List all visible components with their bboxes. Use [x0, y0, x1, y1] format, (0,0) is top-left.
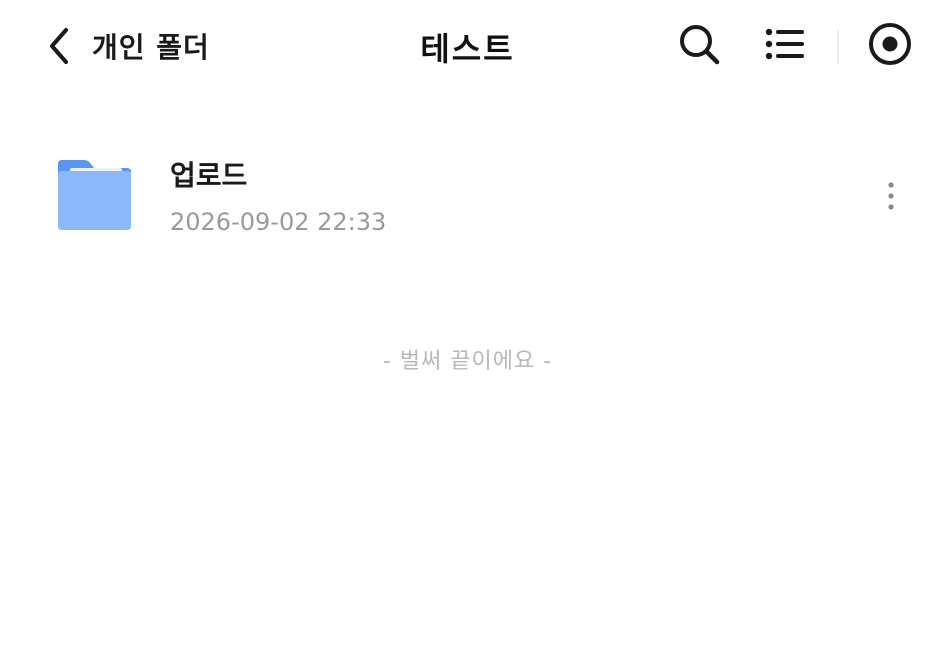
list-end-message: - 벌써 끝이에요 -: [382, 349, 553, 374]
header-divider: [837, 30, 839, 64]
top-app-bar: 개인 폴더 테스트: [0, 0, 935, 95]
more-circle-icon: [867, 21, 913, 71]
search-icon: [677, 22, 721, 70]
list-view-button[interactable]: [760, 22, 808, 70]
back-button[interactable]: 개인 폴더: [48, 20, 210, 72]
back-label: 개인 폴더: [92, 31, 210, 64]
search-button[interactable]: [675, 22, 723, 70]
list-view-icon: [762, 24, 806, 68]
folder-icon: [56, 158, 133, 232]
vertical-dots-icon: [887, 182, 895, 214]
file-date: 2026-09-02 22:33: [170, 208, 387, 236]
file-name: 업로드: [170, 159, 248, 192]
chevron-left-icon: [48, 26, 70, 66]
item-more-button[interactable]: [874, 176, 908, 220]
more-options-button[interactable]: [866, 22, 914, 70]
list-item[interactable]: 업로드 2026-09-02 22:33: [0, 140, 935, 255]
